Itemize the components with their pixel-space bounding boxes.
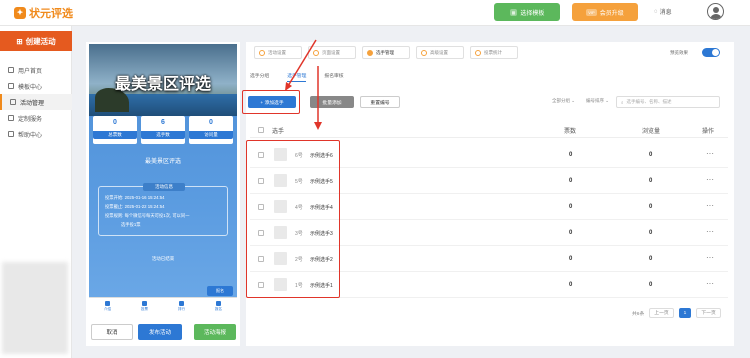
arrow-head-icon	[314, 122, 322, 130]
arrow-head-icon	[285, 82, 292, 91]
annotation-arrows	[285, 39, 322, 130]
arrow-to-add-button	[287, 39, 317, 87]
